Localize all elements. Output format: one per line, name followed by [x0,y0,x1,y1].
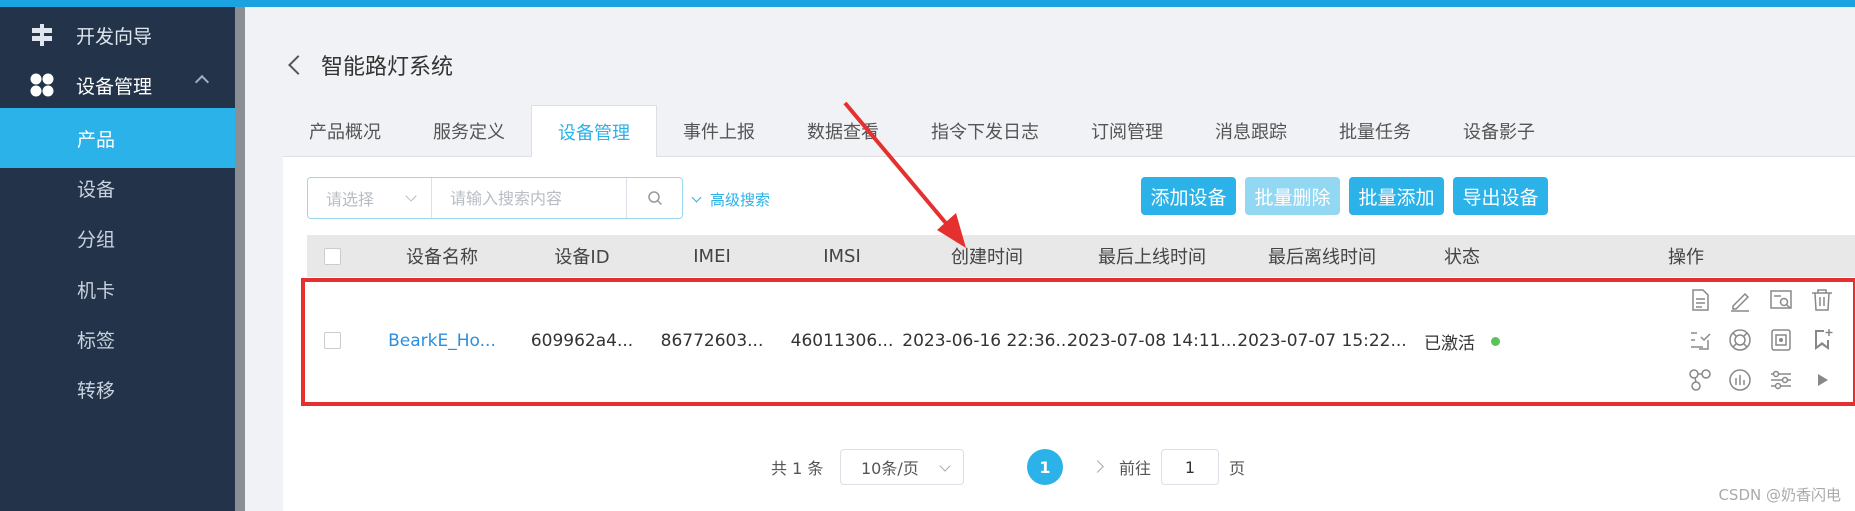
main-content: 智能路灯系统 产品概况 服务定义 设备管理 事件上报 数据查看 指令下发日志 订… [245,7,1855,511]
tab-device-shadow[interactable]: 设备影子 [1437,105,1561,157]
sidebar-item-device-mgmt[interactable]: 设备管理 [0,55,235,115]
highlight-box [301,278,1855,406]
col-last-online: 最后上线时间 [1098,247,1206,268]
chevron-down-icon [691,192,702,203]
sidebar-item-label: 开发向导 [76,25,153,48]
sidebar-subitem-label: 转移 [77,379,116,402]
goto-prefix: 前往 [1119,459,1152,478]
batch-delete-button[interactable]: 批量删除 [1245,177,1340,215]
next-page-icon[interactable] [1091,460,1104,473]
col-actions: 操作 [1668,247,1704,268]
col-created: 创建时间 [951,247,1023,268]
chevron-down-icon [939,460,951,472]
page-size-value: 10条/页 [861,459,919,478]
sidebar-subitem-transfer[interactable]: 转移 [0,359,235,419]
tab-message-trace[interactable]: 消息跟踪 [1189,105,1313,157]
tab-command-log[interactable]: 指令下发日志 [905,105,1065,157]
tab-subscription[interactable]: 订阅管理 [1065,105,1189,157]
advanced-search-link[interactable]: 高级搜索 [691,189,771,210]
tab-bar: 产品概况 服务定义 设备管理 事件上报 数据查看 指令下发日志 订阅管理 消息跟… [283,105,1855,158]
tab-device-management[interactable]: 设备管理 [531,105,657,158]
device-panel: 请选择 高级搜索 添加设备 批量删除 批量添加 导出设备 设备名称 设备ID I… [283,157,1855,511]
search-group: 请选择 [307,177,683,219]
tab-product-overview[interactable]: 产品概况 [283,105,407,157]
select-placeholder: 请选择 [326,190,375,209]
sidebar-subitem-label: 标签 [77,329,116,352]
col-status: 状态 [1444,247,1480,268]
advanced-search-label: 高级搜索 [710,191,771,209]
tab-event-report[interactable]: 事件上报 [657,105,781,157]
goto-page: 前往 页 [1119,447,1245,487]
col-device-id: 设备ID [554,247,610,268]
search-icon [647,191,662,206]
goto-page-input[interactable] [1161,449,1220,485]
tab-service-definition[interactable]: 服务定义 [407,105,531,157]
pagination: 共 1 条 10条/页 1 前往 页 [283,447,1855,487]
sidebar: 开发向导 设备管理 产品 设备 分组 机卡 标签 转移 [0,7,235,511]
tab-batch-task[interactable]: 批量任务 [1313,105,1437,157]
export-device-button[interactable]: 导出设备 [1453,177,1548,215]
page-number-current[interactable]: 1 [1027,449,1063,485]
sidebar-item-label: 设备管理 [76,75,153,98]
sidebar-subitem-label: 产品 [77,128,116,151]
select-all-checkbox[interactable] [324,248,341,265]
top-accent-bar [0,0,1855,7]
batch-add-button[interactable]: 批量添加 [1349,177,1444,215]
table-header: 设备名称 设备ID IMEI IMSI 创建时间 最后上线时间 最后离线时间 状… [307,235,1855,277]
chevron-up-icon[interactable] [194,74,210,90]
signpost-icon [28,21,56,49]
col-last-offline: 最后离线时间 [1268,247,1376,268]
sidebar-subitem-label: 设备 [77,178,116,201]
page-size-select[interactable]: 10条/页 [840,449,964,485]
page-header: 智能路灯系统 [245,45,453,85]
search-button[interactable] [626,178,682,218]
goto-suffix: 页 [1229,459,1246,478]
back-arrow-icon[interactable] [288,55,308,75]
col-imsi: IMSI [823,245,861,267]
page-title: 智能路灯系统 [321,55,454,80]
chevron-down-icon [405,190,417,202]
sidebar-subitem-label: 分组 [77,228,116,251]
search-field-select[interactable]: 请选择 [308,178,432,218]
tab-data-view[interactable]: 数据查看 [781,105,905,157]
pagination-total: 共 1 条 [771,459,824,478]
sidebar-scrollbar[interactable] [235,7,245,511]
search-input[interactable] [432,178,626,218]
grid-icon [28,71,56,99]
col-device-name: 设备名称 [406,247,478,268]
sidebar-subitem-label: 机卡 [77,279,116,302]
add-device-button[interactable]: 添加设备 [1141,177,1236,215]
watermark: CSDN @奶香闪电 [1718,486,1841,504]
col-imei: IMEI [693,245,731,267]
